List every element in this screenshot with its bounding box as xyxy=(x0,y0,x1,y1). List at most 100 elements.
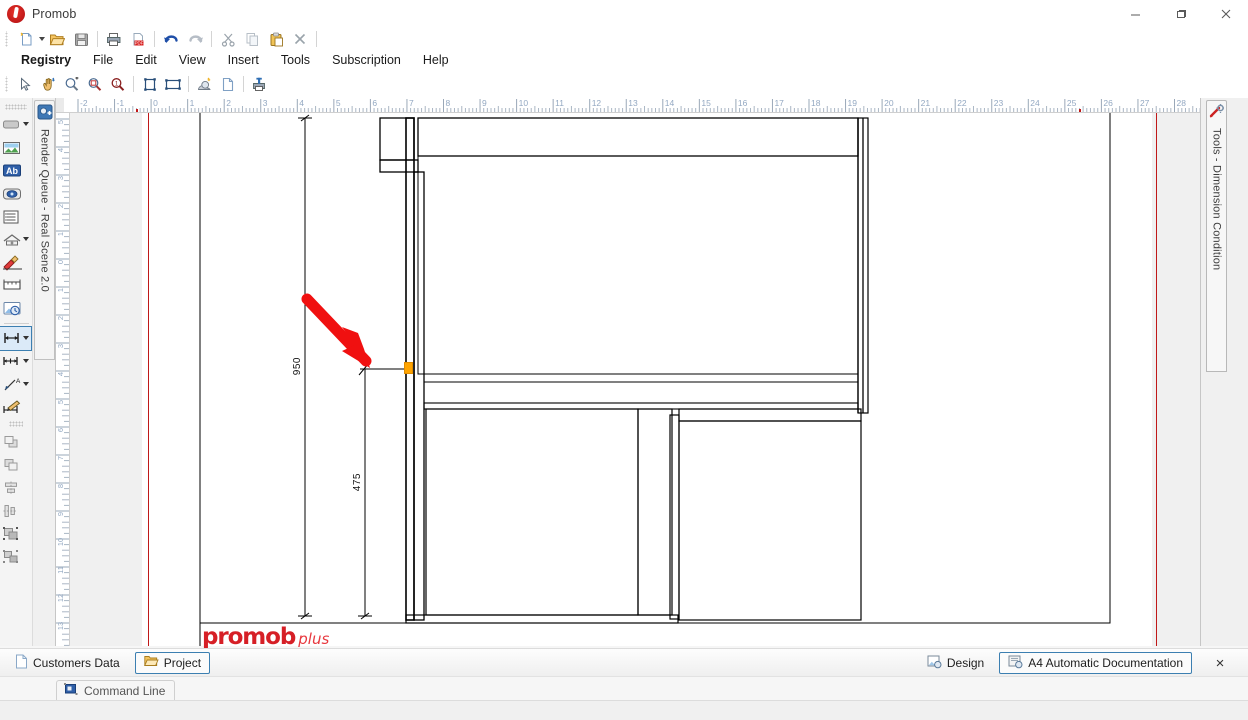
menu-edit[interactable]: Edit xyxy=(124,51,168,69)
menu-view[interactable]: View xyxy=(168,51,217,69)
red-pointer-arrow xyxy=(301,293,372,368)
toolbar-separator xyxy=(211,31,212,47)
export-pdf-icon[interactable]: PDF xyxy=(126,29,150,49)
drawing-canvas[interactable]: 950 475 xyxy=(70,113,1200,646)
svg-text:1: 1 xyxy=(190,98,195,108)
chevron-down-icon[interactable] xyxy=(23,237,29,241)
dimension-linear-icon[interactable] xyxy=(0,326,32,351)
zoom-previous-icon[interactable]: 1 xyxy=(106,73,129,95)
maximize-icon[interactable] xyxy=(1158,0,1203,28)
render-queue-panel-tab[interactable]: Render Queue - Real Scene 2.0 xyxy=(34,100,55,360)
align-center-vertical-icon[interactable] xyxy=(0,499,31,522)
svg-text:27: 27 xyxy=(1140,98,1150,108)
open-folder-icon[interactable] xyxy=(45,29,69,49)
bring-forward-icon[interactable] xyxy=(0,430,31,453)
svg-text:22: 22 xyxy=(957,98,967,108)
svg-text:13: 13 xyxy=(628,98,638,108)
new-document-icon[interactable] xyxy=(14,29,38,49)
redo-icon[interactable] xyxy=(183,29,207,49)
promob-plus-logo: promob plus xyxy=(202,624,329,650)
tab-project[interactable]: Project xyxy=(134,651,211,674)
svg-text:PDF: PDF xyxy=(134,40,143,45)
tab-command-line[interactable]: Command Line xyxy=(56,680,176,700)
dimension-label-475: 475 xyxy=(352,473,363,492)
dimension-label-950: 950 xyxy=(292,357,303,376)
menu-insert[interactable]: Insert xyxy=(217,51,270,69)
view-camera-icon[interactable] xyxy=(0,182,31,205)
dimension-aligned-icon[interactable] xyxy=(0,350,31,373)
roof-house-icon[interactable] xyxy=(0,228,31,251)
chevron-down-icon[interactable] xyxy=(23,122,29,126)
ruler-corner xyxy=(56,98,64,112)
tab-a4-automatic-documentation[interactable]: A4 Automatic Documentation xyxy=(999,652,1192,674)
zoom-out-icon[interactable] xyxy=(83,73,106,95)
promob-logo-plus: plus xyxy=(298,630,330,648)
fit-page-icon[interactable] xyxy=(161,73,184,95)
bottom-tabs-right: Design A4 Automatic Documentation xyxy=(912,649,1192,677)
promob-logo-icon xyxy=(7,5,25,23)
svg-text:3: 3 xyxy=(56,344,65,348)
delete-x-icon[interactable] xyxy=(288,29,312,49)
group-objects-icon[interactable] xyxy=(0,522,31,545)
fit-selection-icon[interactable] xyxy=(138,73,161,95)
print-icon[interactable] xyxy=(102,29,126,49)
select-arrow-icon[interactable] xyxy=(14,73,37,95)
close-icon[interactable] xyxy=(1203,0,1248,28)
chevron-down-icon[interactable] xyxy=(23,359,29,363)
vertical-ruler[interactable]: 5 4 3 2 1 0 1 2 3 4 5 6 7 8 9 10 11 12 13 xyxy=(56,113,70,646)
print-setup-icon[interactable] xyxy=(248,73,271,95)
zoom-window-icon[interactable] xyxy=(60,73,83,95)
texture-image-icon[interactable] xyxy=(0,136,31,159)
left-dock-grip-2[interactable] xyxy=(9,421,23,427)
tab-design[interactable]: Design xyxy=(918,652,993,674)
toolbar-grip[interactable] xyxy=(4,31,11,47)
left-dock-grip[interactable] xyxy=(5,104,27,110)
menu-file[interactable]: File xyxy=(82,51,124,69)
bottom-tab-bar: Customers Data Project Design A4 Automat… xyxy=(0,648,1248,676)
render-image-icon[interactable] xyxy=(193,73,216,95)
cut-scissors-icon[interactable] xyxy=(216,29,240,49)
wall-shape-icon[interactable] xyxy=(0,113,31,136)
dimension-condition-panel-label: Tools - Dimension Condition xyxy=(1210,128,1223,271)
dimension-leader-icon[interactable]: A xyxy=(0,373,31,396)
status-bar xyxy=(0,700,1248,720)
list-items-icon[interactable] xyxy=(0,205,31,228)
chevron-down-icon[interactable] xyxy=(23,382,29,386)
close-tab-icon[interactable]: × xyxy=(1210,649,1230,677)
save-floppy-icon[interactable] xyxy=(69,29,93,49)
svg-text:7: 7 xyxy=(409,98,414,108)
tab-customers-data[interactable]: Customers Data xyxy=(6,652,129,674)
dimension-condition-panel-tab[interactable]: Tools - Dimension Condition xyxy=(1206,100,1227,372)
svg-text:18: 18 xyxy=(811,98,821,108)
menu-registry[interactable]: Registry xyxy=(10,51,82,69)
menu-subscription[interactable]: Subscription xyxy=(321,51,412,69)
paint-brush-icon[interactable] xyxy=(0,251,31,274)
pan-hand-icon[interactable] xyxy=(37,73,60,95)
svg-text:5: 5 xyxy=(336,98,341,108)
svg-text:1: 1 xyxy=(56,288,65,292)
menu-help[interactable]: Help xyxy=(412,51,460,69)
title-bar: Promob xyxy=(0,0,1248,28)
orange-grip-handle[interactable] xyxy=(404,362,413,374)
minimize-icon[interactable] xyxy=(1113,0,1158,28)
svg-text:28: 28 xyxy=(1177,98,1187,108)
align-center-horizontal-icon[interactable] xyxy=(0,476,31,499)
measure-tape-icon[interactable] xyxy=(0,274,31,297)
svg-text:12: 12 xyxy=(56,594,65,602)
toolbar-grip[interactable] xyxy=(4,76,11,92)
ungroup-objects-icon[interactable] xyxy=(0,545,31,568)
left-side-panel: Render Queue - Real Scene 2.0 xyxy=(33,98,56,646)
dimension-edit-icon[interactable] xyxy=(0,396,31,419)
text-ab-icon[interactable]: Ab xyxy=(0,159,31,182)
copy-icon[interactable] xyxy=(240,29,264,49)
undo-icon[interactable] xyxy=(159,29,183,49)
paste-clipboard-icon[interactable] xyxy=(264,29,288,49)
blank-page-icon[interactable] xyxy=(216,73,239,95)
render-clock-icon[interactable] xyxy=(0,297,31,320)
right-side-panel: Tools - Dimension Condition xyxy=(1200,98,1248,646)
menu-tools[interactable]: Tools xyxy=(270,51,321,69)
send-backward-icon[interactable] xyxy=(0,453,31,476)
svg-text:0: 0 xyxy=(56,260,65,264)
horizontal-ruler[interactable]: -2 -1 0 1 2 3 4 5 6 7 8 9 10 11 12 13 14 15 16 17 18 19 20 21 22… xyxy=(56,98,1200,113)
chevron-down-icon[interactable] xyxy=(23,336,29,340)
